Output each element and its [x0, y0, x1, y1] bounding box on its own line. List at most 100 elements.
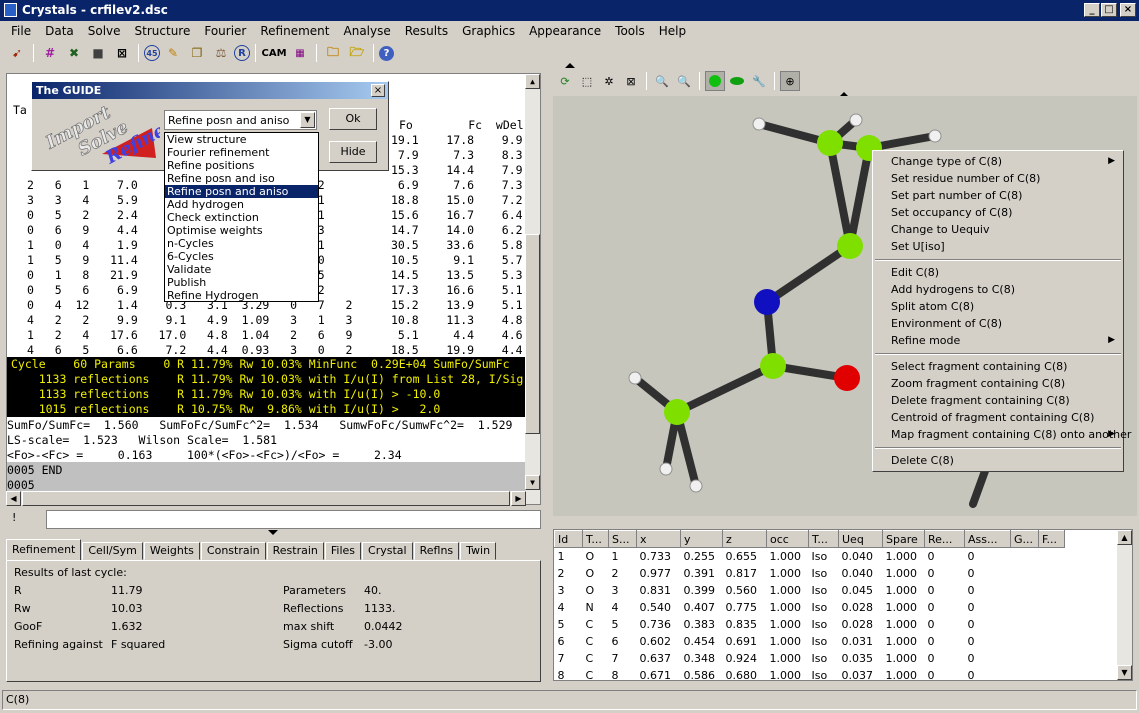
- col-header-t[interactable]: T...: [808, 530, 839, 548]
- hash-options-icon[interactable]: ⊕: [780, 71, 800, 91]
- col-header-flag[interactable]: F...: [1038, 530, 1065, 548]
- table-row[interactable]: 3 O 3 0.831 0.399 0.560 1.000 Iso 0.045 1.000 0 0: [555, 582, 1065, 599]
- ellipsoid-style-icon[interactable]: [727, 71, 747, 91]
- zoom-in-icon[interactable]: 🔍: [652, 71, 672, 91]
- menu-item-centroid-fragment[interactable]: Centroid of fragment containing C(8): [891, 411, 1094, 424]
- guide-option[interactable]: Add hydrogen: [165, 198, 318, 211]
- table-row[interactable]: 2 O 2 0.977 0.391 0.817 1.000 Iso 0.040 1.000 0 0: [555, 565, 1065, 582]
- menu-item-zoom-fragment[interactable]: Zoom fragment containing C(8): [891, 377, 1065, 390]
- scroll-up-arrow-icon[interactable]: ▲: [525, 74, 540, 89]
- delete-selection-icon[interactable]: ⊠: [621, 71, 641, 91]
- menu-item-add-hydrogens[interactable]: Add hydrogens to C(8): [891, 283, 1015, 296]
- col-header-assembly[interactable]: Ass...: [964, 530, 1011, 548]
- menu-item-delete-atom[interactable]: Delete C(8): [891, 454, 954, 467]
- menu-item-set-part[interactable]: Set part number of C(8): [891, 189, 1022, 202]
- guide-option[interactable]: Check extinction: [165, 211, 318, 224]
- table-row[interactable]: 4 N 4 0.540 0.407 0.775 1.000 Iso 0.028 1.000 0 0: [555, 599, 1065, 616]
- guide-ok-button[interactable]: Ok: [329, 108, 377, 130]
- menu-help[interactable]: Help: [652, 24, 693, 38]
- square-icon[interactable]: ■: [87, 43, 109, 63]
- collapse-up-arrow-icon[interactable]: [565, 63, 575, 68]
- output-horizontal-scrollbar[interactable]: ◀ ▶: [6, 491, 526, 506]
- menu-refinement[interactable]: Refinement: [253, 24, 336, 38]
- menu-structure[interactable]: Structure: [128, 24, 198, 38]
- tab-crystal[interactable]: Crystal: [362, 542, 413, 560]
- col-header-occ[interactable]: occ: [766, 530, 809, 548]
- folder-icon[interactable]: 🗁: [346, 43, 368, 63]
- scroll-thumb[interactable]: [525, 234, 540, 434]
- tab-weights[interactable]: Weights: [143, 542, 200, 560]
- tab-files[interactable]: Files: [324, 542, 362, 560]
- guide-option[interactable]: Refine Hydrogen: [165, 289, 318, 302]
- menu-item-delete-fragment[interactable]: Delete fragment containing C(8): [891, 394, 1070, 407]
- guide-select[interactable]: Refine posn and aniso ▼: [164, 110, 317, 130]
- menu-tools[interactable]: Tools: [608, 24, 652, 38]
- zoom-out-icon[interactable]: 🔍: [674, 71, 694, 91]
- command-input[interactable]: [46, 510, 541, 529]
- guide-option[interactable]: Refine posn and iso: [165, 172, 318, 185]
- guide-option[interactable]: Publish: [165, 276, 318, 289]
- menu-item-set-occupancy[interactable]: Set occupancy of C(8): [891, 206, 1012, 219]
- tab-refinement[interactable]: Refinement: [6, 539, 82, 560]
- scroll-up-arrow-icon[interactable]: ▲: [1117, 530, 1132, 545]
- grid-icon[interactable]: #: [39, 43, 61, 63]
- tab-constrain[interactable]: Constrain: [200, 542, 266, 560]
- scale-icon[interactable]: ⚖: [210, 43, 232, 63]
- folder-edit-icon[interactable]: 🗀: [322, 43, 344, 63]
- menu-analyse[interactable]: Analyse: [337, 24, 398, 38]
- menu-item-split-atom[interactable]: Split atom C(8): [891, 300, 974, 313]
- select-rect-icon[interactable]: ⬚: [577, 71, 597, 91]
- table-row[interactable]: 8 C 8 0.671 0.586 0.680 1.000 Iso 0.037 1.000 0 0: [555, 667, 1065, 681]
- box-cross-icon[interactable]: ⊠: [111, 43, 133, 63]
- scroll-down-arrow-icon[interactable]: ▼: [525, 475, 540, 490]
- maximize-button[interactable]: □: [1101, 3, 1117, 17]
- guide-option[interactable]: Fourier refinement: [165, 146, 318, 159]
- menu-data[interactable]: Data: [38, 24, 81, 38]
- table-row[interactable]: 5 C 5 0.736 0.383 0.835 1.000 Iso 0.028 1.000 0 0: [555, 616, 1065, 633]
- guide-option[interactable]: Validate: [165, 263, 318, 276]
- menu-item-change-uequiv[interactable]: Change to Uequiv: [891, 223, 990, 236]
- menu-item-set-uiso[interactable]: Set U[iso]: [891, 240, 945, 253]
- menu-item-select-fragment[interactable]: Select fragment containing C(8): [891, 360, 1067, 373]
- cross-molecule-icon[interactable]: ✖: [63, 43, 85, 63]
- scroll-down-arrow-icon[interactable]: ▼: [1117, 665, 1132, 680]
- tab-reflns[interactable]: Reflns: [413, 542, 460, 560]
- col-header-x[interactable]: x: [636, 530, 681, 548]
- tab-twin[interactable]: Twin: [460, 542, 497, 560]
- menu-item-environment[interactable]: Environment of C(8): [891, 317, 1002, 330]
- menu-graphics[interactable]: Graphics: [455, 24, 522, 38]
- guide-option[interactable]: 6-Cycles: [165, 250, 318, 263]
- col-header-type[interactable]: T...: [582, 530, 609, 548]
- tab-restrain[interactable]: Restrain: [266, 542, 324, 560]
- guide-option[interactable]: Refine positions: [165, 159, 318, 172]
- ball-style-icon[interactable]: [705, 71, 725, 91]
- select-star-icon[interactable]: ✲: [599, 71, 619, 91]
- menu-file[interactable]: File: [4, 24, 38, 38]
- menu-appearance[interactable]: Appearance: [522, 24, 608, 38]
- col-header-spare[interactable]: Spare: [882, 530, 925, 548]
- menu-item-change-type[interactable]: Change type of C(8): [891, 155, 1002, 168]
- col-header-group[interactable]: G...: [1010, 530, 1039, 548]
- guide-close-icon[interactable]: ×: [371, 84, 385, 97]
- col-header-y[interactable]: y: [680, 530, 723, 548]
- table-row[interactable]: 6 C 6 0.602 0.454 0.691 1.000 Iso 0.031 1.000 0 0: [555, 633, 1065, 650]
- close-button[interactable]: ×: [1120, 3, 1136, 17]
- hkl-icon[interactable]: ▦: [289, 43, 311, 63]
- scroll-left-arrow-icon[interactable]: ◀: [6, 491, 21, 506]
- menu-solve[interactable]: Solve: [81, 24, 128, 38]
- chevron-down-icon[interactable]: ▼: [300, 112, 315, 128]
- menu-item-refine-mode[interactable]: Refine mode: [891, 334, 960, 347]
- col-header-serial[interactable]: S...: [608, 530, 637, 548]
- menu-results[interactable]: Results: [398, 24, 455, 38]
- hscroll-thumb[interactable]: [22, 491, 510, 506]
- menu-item-map-fragment[interactable]: Map fragment containing C(8) onto anothe…: [891, 428, 1131, 441]
- col-header-id[interactable]: Id: [554, 530, 583, 548]
- help-icon[interactable]: ?: [379, 45, 394, 61]
- guide-option[interactable]: Optimise weights: [165, 224, 318, 237]
- edit-file-icon[interactable]: ❐: [186, 43, 208, 63]
- guide-option[interactable]: View structure: [165, 133, 318, 146]
- output-vertical-scrollbar[interactable]: ▲ ▼: [525, 74, 540, 504]
- cam-button[interactable]: CAM: [261, 43, 287, 63]
- menu-item-edit[interactable]: Edit C(8): [891, 266, 939, 279]
- tab-cell-sym[interactable]: Cell/Sym: [82, 542, 143, 560]
